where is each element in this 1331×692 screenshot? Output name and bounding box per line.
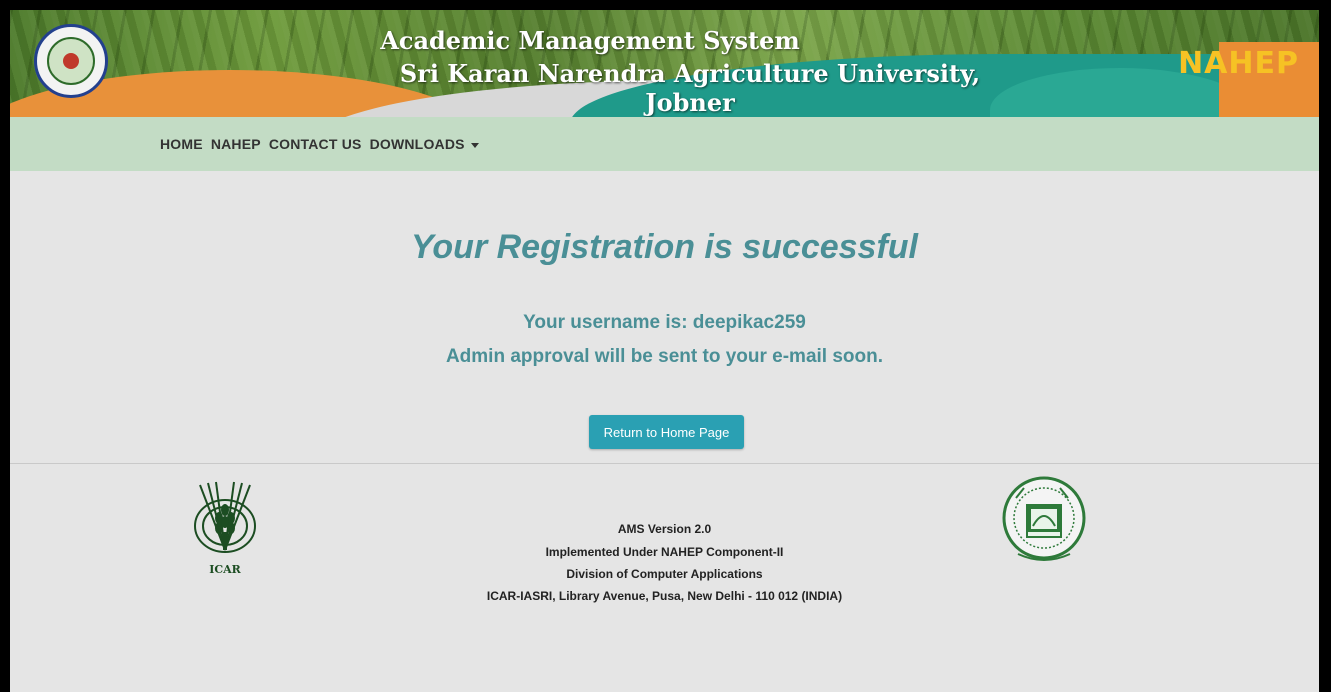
nav-menu: HOME NAHEP CONTACT US DOWNLOADS xyxy=(160,117,479,171)
return-home-button[interactable]: Return to Home Page xyxy=(589,415,744,449)
nav-item-downloads-label: DOWNLOADS xyxy=(369,136,465,152)
university-name: Sri Karan Narendra Agriculture Universit… xyxy=(399,59,981,117)
university-logo-inner xyxy=(47,37,95,85)
approval-message: Admin approval will be sent to your e-ma… xyxy=(445,346,884,367)
page-frame: Academic Management System Sri Karan Nar… xyxy=(10,10,1319,692)
university-logo-core xyxy=(63,53,79,69)
system-title: Academic Management System xyxy=(380,26,800,55)
institute-address: ICAR-IASRI, Library Avenue, Pusa, New De… xyxy=(486,589,843,603)
nav-item-downloads-dropdown[interactable]: DOWNLOADS xyxy=(370,136,479,152)
nahep-logo-icon: NAHEP xyxy=(1178,46,1299,81)
nav-item-nahep[interactable]: NAHEP xyxy=(211,136,261,152)
header-banner: Academic Management System Sri Karan Nar… xyxy=(10,10,1319,117)
implemented-under: Implemented Under NAHEP Component-II xyxy=(545,545,784,559)
chevron-down-icon xyxy=(470,142,479,148)
ams-version: AMS Version 2.0 xyxy=(617,522,712,536)
university-logo-icon[interactable] xyxy=(34,24,108,98)
footer-divider xyxy=(10,463,1319,464)
banner-title-block: Academic Management System Sri Karan Nar… xyxy=(370,26,1010,117)
username-message: Your username is: deepikac259 xyxy=(523,312,806,333)
division-name: Division of Computer Applications xyxy=(566,567,763,581)
nav-item-contact-us[interactable]: CONTACT US xyxy=(269,136,362,152)
iasri-logo-icon xyxy=(1002,476,1086,561)
main-navbar: HOME NAHEP CONTACT US DOWNLOADS xyxy=(10,117,1319,171)
nav-item-home[interactable]: HOME xyxy=(160,136,203,152)
registration-success-heading: Your Registration is successful xyxy=(411,228,918,266)
